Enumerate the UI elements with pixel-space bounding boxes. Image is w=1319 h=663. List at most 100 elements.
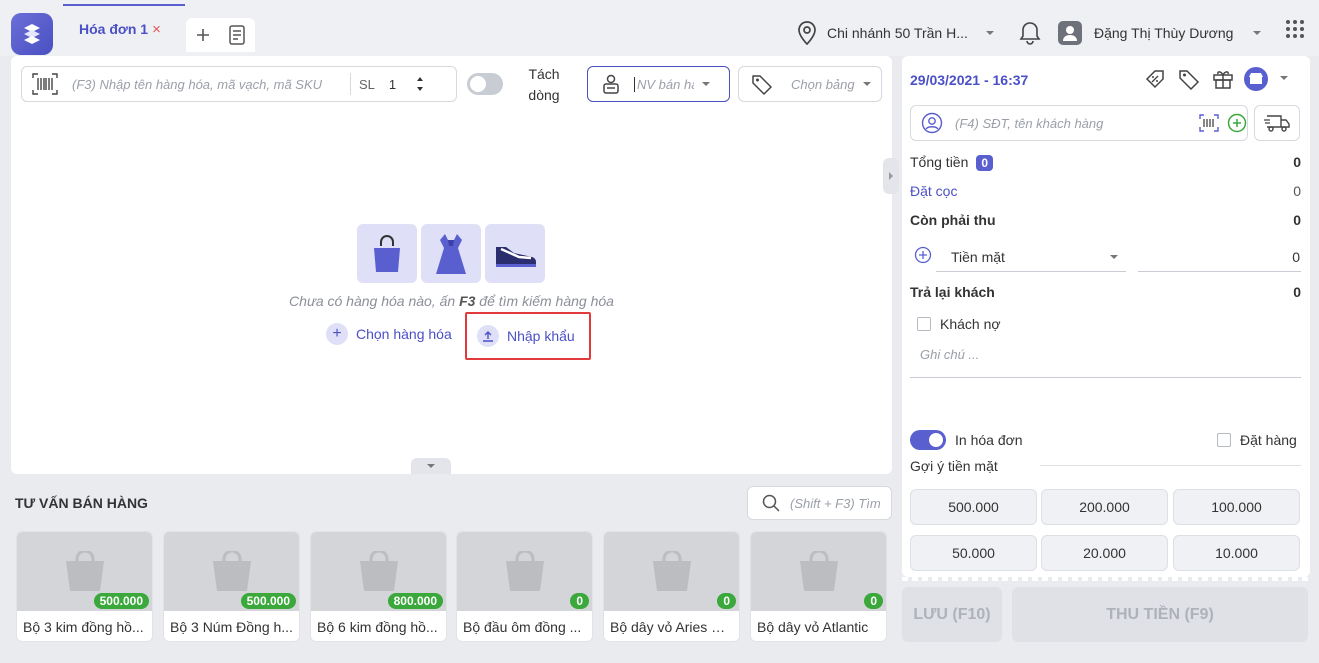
product-card[interactable]: 0 Bộ đầu ôm đồng ... xyxy=(456,531,593,642)
checkbox[interactable] xyxy=(1217,433,1231,447)
cash-suggestion-button[interactable]: 200.000 xyxy=(1041,489,1168,525)
place-order-checkbox[interactable]: Đặt hàng xyxy=(1217,432,1297,448)
quantity-field[interactable]: 1 xyxy=(389,77,409,92)
location-pin-icon xyxy=(797,21,817,45)
payment-method-select[interactable]: Tiền mặt xyxy=(936,242,1126,272)
receipt-edge xyxy=(902,577,1310,581)
product-image: 0 xyxy=(604,532,739,611)
quantity-stepper[interactable] xyxy=(415,74,425,94)
user-menu[interactable]: Đặng Thị Thùy Dương xyxy=(1058,18,1262,48)
checkbox[interactable] xyxy=(917,317,931,331)
user-name: Đặng Thị Thùy Dương xyxy=(1094,25,1234,41)
remaining-value: 0 xyxy=(1293,212,1301,228)
import-label: Nhập khẩu xyxy=(507,328,575,344)
product-name: Bộ 6 kim đồng hồ... xyxy=(317,619,438,635)
bell-icon[interactable] xyxy=(1017,20,1043,46)
split-label-line1: Tách xyxy=(528,66,560,82)
app-grid-icon[interactable] xyxy=(1285,19,1305,39)
change-label: Trả lại khách xyxy=(910,284,995,300)
add-tab-button[interactable] xyxy=(190,22,216,48)
quantity-label: SL xyxy=(359,76,375,92)
save-button[interactable]: LƯU (F10) xyxy=(902,587,1002,642)
product-card[interactable]: 0 Bộ dây vỏ Atlantic xyxy=(750,531,887,642)
delivery-button[interactable] xyxy=(1254,105,1300,141)
customer-search-input[interactable]: (F4) SĐT, tên khách hàng xyxy=(910,105,1248,141)
deposit-value: 0 xyxy=(1293,183,1301,199)
price-tag-icon xyxy=(751,73,773,95)
branch-selector[interactable]: Chi nhánh 50 Trần H... xyxy=(797,18,994,48)
split-label-line2: dòng xyxy=(528,87,560,103)
search-placeholder: (F3) Nhập tên hàng hóa, mã vạch, mã SKU xyxy=(72,76,323,92)
total-value: 0 xyxy=(1293,154,1301,170)
change-row: Trả lại khách 0 xyxy=(910,284,1301,300)
user-circle-icon xyxy=(921,112,943,134)
split-line-toggle[interactable] xyxy=(467,73,503,95)
shopping-bag-icon xyxy=(212,550,251,591)
product-name: Bộ 3 kim đồng hồ... xyxy=(23,619,144,635)
barcode-icon[interactable] xyxy=(32,73,58,95)
product-card[interactable]: 800.000 Bộ 6 kim đồng hồ... xyxy=(310,531,447,642)
store-icon[interactable] xyxy=(1243,66,1269,92)
price-list-select[interactable]: Chọn bảng giá xyxy=(738,66,882,102)
empty-text-part: Chưa có hàng hóa nào, ấn xyxy=(289,293,460,309)
cash-suggestion-button[interactable]: 100.000 xyxy=(1173,489,1300,525)
import-button[interactable]: Nhập khẩu xyxy=(465,312,591,360)
cash-suggestion-button[interactable]: 10.000 xyxy=(1173,535,1300,571)
dress-icon xyxy=(421,224,481,283)
product-card[interactable]: 500.000 Bộ 3 Núm Đồng h... xyxy=(163,531,300,642)
scan-icon[interactable] xyxy=(1199,114,1219,132)
price-badge: 0 xyxy=(864,593,883,609)
close-tab-icon[interactable]: × xyxy=(152,21,161,38)
customer-debt-checkbox[interactable]: Khách nợ xyxy=(917,316,1001,332)
collapse-handle[interactable] xyxy=(411,458,451,474)
product-image: 800.000 xyxy=(311,532,446,611)
tab-invoice-1[interactable]: Hóa đơn 1 × xyxy=(63,4,185,52)
price-badge: 500.000 xyxy=(240,593,296,609)
choose-product-button[interactable]: + Chọn hàng hóa xyxy=(326,322,452,346)
price-tag-icon[interactable] xyxy=(1176,66,1202,92)
collect-payment-button[interactable]: THU TIỀN (F9) xyxy=(1012,587,1308,642)
suggestions-title: TƯ VẤN BÁN HÀNG xyxy=(15,495,148,511)
price-badge: 500.000 xyxy=(93,593,149,609)
add-payment-icon[interactable] xyxy=(914,246,932,267)
product-name: Bộ dây vỏ Aries G... xyxy=(610,619,734,635)
chevron-down-icon[interactable] xyxy=(1280,76,1288,80)
product-search-input[interactable]: (F3) Nhập tên hàng hóa, mã vạch, mã SKU … xyxy=(21,66,457,102)
product-card[interactable]: 500.000 Bộ 3 kim đồng hồ... xyxy=(16,531,153,642)
divider xyxy=(350,73,351,95)
shopping-bag-icon xyxy=(359,550,398,591)
avatar xyxy=(1058,21,1082,45)
print-invoice-toggle[interactable] xyxy=(910,430,946,450)
receipt-icon[interactable] xyxy=(224,22,250,48)
upload-icon xyxy=(477,325,499,347)
search-icon xyxy=(762,494,780,512)
gift-icon[interactable] xyxy=(1210,66,1236,92)
suggestion-search-input[interactable]: (Shift + F3) Tìm kiếm xyxy=(747,486,892,520)
product-image: 500.000 xyxy=(164,532,299,611)
product-card[interactable]: 0 Bộ dây vỏ Aries G... xyxy=(603,531,740,642)
chevron-down-icon xyxy=(863,82,871,86)
cash-suggestion-button[interactable]: 500.000 xyxy=(910,489,1037,525)
chevron-down-icon xyxy=(702,82,710,86)
note-field[interactable]: Ghi chú ... xyxy=(920,347,979,362)
chevron-down-icon xyxy=(985,31,994,35)
staff-icon xyxy=(602,74,620,94)
customer-search-placeholder: (F4) SĐT, tên khách hàng xyxy=(955,115,1104,131)
suggestion-search-placeholder: (Shift + F3) Tìm kiếm xyxy=(790,495,882,511)
panel-toggle-handle[interactable] xyxy=(883,158,899,194)
split-line-label: Tách dòng xyxy=(520,64,568,106)
staff-select[interactable]: NV bán hàng xyxy=(587,66,730,102)
empty-cart-message: Chưa có hàng hóa nào, ấn F3 để tìm kiếm … xyxy=(11,293,892,309)
invoice-datetime[interactable]: 29/03/2021 - 16:37 xyxy=(910,72,1028,88)
app-logo[interactable] xyxy=(11,13,53,55)
cash-suggestion-button[interactable]: 50.000 xyxy=(910,535,1037,571)
payment-amount-input[interactable]: 0 xyxy=(1138,242,1301,272)
price-badge: 0 xyxy=(717,593,736,609)
price-badge: 0 xyxy=(570,593,589,609)
add-customer-icon[interactable] xyxy=(1227,113,1247,133)
discount-code-icon[interactable] xyxy=(1142,66,1168,92)
cash-suggestion-button[interactable]: 20.000 xyxy=(1041,535,1168,571)
plus-icon: + xyxy=(326,323,348,345)
product-name: Bộ đầu ôm đồng ... xyxy=(463,619,582,635)
deposit-link[interactable]: Đặt cọc xyxy=(910,183,957,199)
